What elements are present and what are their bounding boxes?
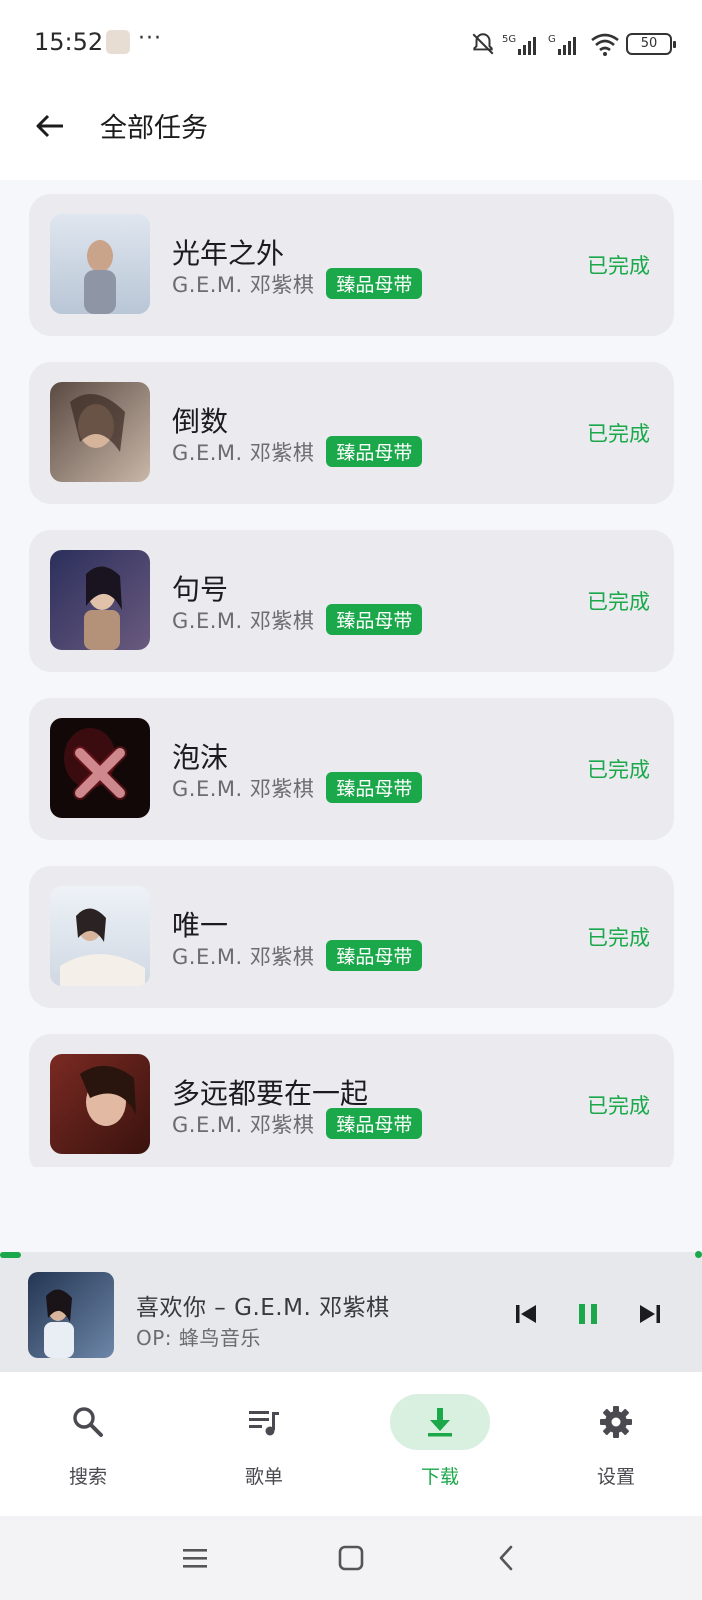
artist-name: G.E.M. 邓紫棋 xyxy=(172,944,315,969)
task-item[interactable]: 唯一 G.E.M. 邓紫棋 臻品母带 已完成 xyxy=(29,866,674,1008)
now-playing-subtitle: OP: 蜂鸟音乐 xyxy=(136,1326,261,1350)
svg-text:5G: 5G xyxy=(502,34,516,45)
gear-icon xyxy=(600,1406,632,1438)
signal-5g-icon: 5G xyxy=(502,34,536,55)
more-notifications-icon: ··· xyxy=(138,26,162,51)
task-status: 已完成 xyxy=(587,422,650,446)
nav-label: 搜索 xyxy=(68,1466,107,1488)
download-icon xyxy=(428,1408,452,1437)
artist-name: G.E.M. 邓紫棋 xyxy=(172,1112,315,1137)
now-playing-title: 喜欢你 – G.E.M. 邓紫棋 xyxy=(136,1295,390,1321)
next-button[interactable] xyxy=(628,1292,672,1336)
task-item[interactable]: 多远都要在一起 G.E.M. 邓紫棋 臻品母带 已完成 xyxy=(29,1034,674,1167)
home-button[interactable] xyxy=(331,1538,371,1578)
artist-line: G.E.M. 邓紫棋 臻品母带 xyxy=(172,1108,423,1139)
progress-end-dot xyxy=(695,1251,702,1258)
task-status: 已完成 xyxy=(587,1094,650,1118)
artist-name: G.E.M. 邓紫棋 xyxy=(172,272,315,297)
search-icon xyxy=(73,1407,103,1437)
album-cover xyxy=(50,1054,150,1154)
task-item[interactable]: 倒数 G.E.M. 邓紫棋 臻品母带 已完成 xyxy=(29,362,674,504)
task-status: 已完成 xyxy=(587,254,650,278)
pause-icon xyxy=(579,1304,597,1324)
nav-item-search[interactable]: 搜索 xyxy=(0,1372,176,1516)
top-bar: 全部任务 xyxy=(0,88,702,180)
square-icon xyxy=(338,1545,364,1571)
now-playing-cover xyxy=(28,1272,114,1358)
quality-badge: 臻品母带 xyxy=(326,604,423,635)
status-bar: 15:52 ··· 5G G 50 xyxy=(0,0,702,88)
nav-pill-active xyxy=(390,1394,490,1450)
task-status: 已完成 xyxy=(587,926,650,950)
artist-name: G.E.M. 邓紫棋 xyxy=(172,440,315,465)
album-cover xyxy=(50,214,150,314)
artist-name: G.E.M. 邓紫棋 xyxy=(172,608,315,633)
album-cover xyxy=(50,550,150,650)
task-item[interactable]: 句号 G.E.M. 邓紫棋 臻品母带 已完成 xyxy=(29,530,674,672)
task-status: 已完成 xyxy=(587,758,650,782)
pause-button[interactable] xyxy=(566,1292,610,1336)
bottom-nav: 搜索 歌单 下载 设置 xyxy=(0,1372,702,1516)
song-title: 泡沫 xyxy=(172,741,229,774)
mini-player[interactable]: 喜欢你 – G.E.M. 邓紫棋 OP: 蜂鸟音乐 xyxy=(0,1258,702,1372)
nav-pill xyxy=(214,1394,314,1450)
status-time: 15:52 xyxy=(34,28,104,56)
quality-badge: 臻品母带 xyxy=(326,940,423,971)
artist-line: G.E.M. 邓紫棋 臻品母带 xyxy=(172,436,423,467)
artist-line: G.E.M. 邓紫棋 臻品母带 xyxy=(172,604,423,635)
artist-line: G.E.M. 邓紫棋 臻品母带 xyxy=(172,772,423,803)
task-item[interactable]: 光年之外 G.E.M. 邓紫棋 臻品母带 已完成 xyxy=(29,194,674,336)
song-title: 倒数 xyxy=(172,405,229,438)
task-status: 已完成 xyxy=(587,590,650,614)
album-cover xyxy=(50,718,150,818)
nav-item-settings[interactable]: 设置 xyxy=(528,1372,702,1516)
skip-previous-icon xyxy=(516,1305,536,1323)
song-title: 光年之外 xyxy=(172,237,285,270)
notification-icon xyxy=(106,30,130,54)
skip-next-icon xyxy=(640,1305,660,1323)
nav-pill xyxy=(566,1394,666,1450)
quality-badge: 臻品母带 xyxy=(326,772,423,803)
playlist-icon xyxy=(249,1411,279,1436)
quality-badge: 臻品母带 xyxy=(326,1108,423,1139)
status-indicators: 5G G 50 xyxy=(470,28,676,60)
nav-item-playlist[interactable]: 歌单 xyxy=(176,1372,352,1516)
song-title: 唯一 xyxy=(172,909,229,942)
chevron-left-icon xyxy=(499,1545,513,1571)
menu-icon xyxy=(183,1549,207,1568)
song-title: 句号 xyxy=(172,573,229,606)
system-back-button[interactable] xyxy=(487,1538,527,1578)
song-title: 多远都要在一起 xyxy=(172,1077,369,1110)
nav-pill xyxy=(38,1394,138,1450)
recents-button[interactable] xyxy=(175,1538,215,1578)
nav-label: 歌单 xyxy=(244,1466,283,1488)
system-nav-bar xyxy=(0,1516,702,1600)
artist-line: G.E.M. 邓紫棋 臻品母带 xyxy=(172,940,423,971)
arrow-left-icon xyxy=(36,114,63,138)
album-cover xyxy=(50,382,150,482)
previous-button[interactable] xyxy=(504,1292,548,1336)
signal-g-icon: G xyxy=(548,34,576,55)
nav-label: 下载 xyxy=(420,1466,459,1488)
mute-bell-icon xyxy=(472,33,494,55)
quality-badge: 臻品母带 xyxy=(326,268,423,299)
battery-icon: 50 xyxy=(626,33,676,55)
artist-line: G.E.M. 邓紫棋 臻品母带 xyxy=(172,268,423,299)
nav-item-download[interactable]: 下载 xyxy=(352,1372,528,1516)
task-item[interactable]: 泡沫 G.E.M. 邓紫棋 臻品母带 已完成 xyxy=(29,698,674,840)
back-button[interactable] xyxy=(28,104,72,148)
page-title: 全部任务 xyxy=(100,113,208,144)
album-cover xyxy=(50,886,150,986)
quality-badge: 臻品母带 xyxy=(326,436,423,467)
artist-name: G.E.M. 邓紫棋 xyxy=(172,776,315,801)
task-list[interactable]: 光年之外 G.E.M. 邓紫棋 臻品母带 已完成 倒数 G.E.M. 邓紫棋 臻… xyxy=(0,180,702,1167)
svg-text:G: G xyxy=(548,34,556,45)
nav-label: 设置 xyxy=(596,1466,635,1488)
wifi-icon xyxy=(591,33,619,56)
